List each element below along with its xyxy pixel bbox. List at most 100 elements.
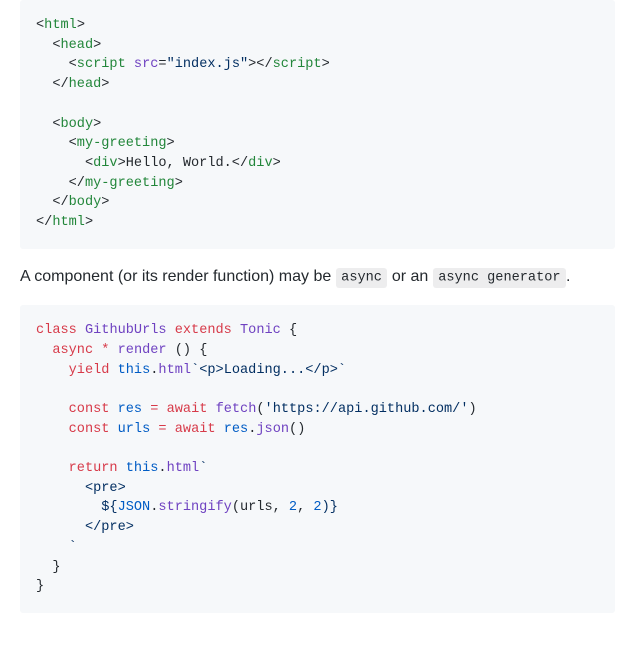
code-text: > bbox=[85, 215, 93, 230]
code-class: GithubUrls bbox=[85, 323, 167, 338]
code-tag: head bbox=[60, 38, 93, 53]
code-text bbox=[109, 363, 117, 378]
code-kw: yield bbox=[69, 363, 110, 378]
code-fn: fetch bbox=[216, 402, 257, 417]
code-text bbox=[109, 343, 117, 358]
prose-paragraph: A component (or its render function) may… bbox=[20, 265, 615, 289]
code-fn: json bbox=[256, 422, 289, 437]
code-string: 'https://api.github.com/' bbox=[265, 402, 469, 417]
code-text: () bbox=[289, 422, 305, 437]
code-text: ( bbox=[256, 402, 264, 417]
code-text bbox=[158, 402, 166, 417]
code-text: </ bbox=[36, 215, 52, 230]
code-tag: html bbox=[44, 18, 77, 33]
code-text: > bbox=[77, 18, 85, 33]
code-this: this bbox=[118, 363, 151, 378]
code-string: ${ bbox=[36, 500, 118, 515]
code-attr: src bbox=[126, 57, 159, 72]
code-string: "index.js" bbox=[167, 57, 249, 72]
code-text: < bbox=[36, 18, 44, 33]
prose-text: . bbox=[566, 268, 570, 285]
code-num: 2 bbox=[289, 500, 297, 515]
code-tag: script bbox=[77, 57, 126, 72]
code-text bbox=[109, 402, 117, 417]
code-string: `<p>Loading...</p>` bbox=[191, 363, 346, 378]
code-text: </ bbox=[36, 195, 69, 210]
prose-text: A component (or its render function) may… bbox=[20, 268, 336, 285]
code-text bbox=[77, 323, 85, 338]
code-text: > bbox=[273, 156, 281, 171]
code-var: res bbox=[224, 422, 248, 437]
code-fn: stringify bbox=[158, 500, 231, 515]
code-block-js: class GithubUrls extends Tonic { async *… bbox=[20, 305, 615, 613]
code-text: . bbox=[158, 461, 166, 476]
code-text: </ bbox=[36, 77, 69, 92]
code-kw: await bbox=[167, 402, 208, 417]
code-class: Tonic bbox=[240, 323, 281, 338]
code-text: > bbox=[175, 176, 183, 191]
inline-code: async generator bbox=[433, 268, 566, 288]
code-op: = bbox=[158, 422, 166, 437]
code-string: </pre> bbox=[36, 520, 134, 535]
code-string: <pre> bbox=[36, 481, 126, 496]
code-text: < bbox=[36, 57, 77, 72]
code-text: > bbox=[322, 57, 330, 72]
code-text bbox=[167, 323, 175, 338]
code-text bbox=[36, 363, 69, 378]
code-text bbox=[36, 402, 69, 417]
code-tag: my-greeting bbox=[77, 136, 167, 151]
code-text: = bbox=[158, 57, 166, 72]
code-text: , bbox=[297, 500, 313, 515]
code-kw: extends bbox=[175, 323, 232, 338]
code-text: < bbox=[36, 156, 93, 171]
code-text: } bbox=[36, 579, 44, 594]
code-text: > bbox=[93, 38, 101, 53]
code-tag: html bbox=[52, 215, 85, 230]
code-var: JSON bbox=[118, 500, 151, 515]
code-text: (urls, bbox=[232, 500, 289, 515]
code-text bbox=[118, 461, 126, 476]
code-string: ` bbox=[199, 461, 207, 476]
code-text bbox=[232, 323, 240, 338]
code-text: >Hello, World.</ bbox=[118, 156, 249, 171]
code-text: } bbox=[36, 560, 60, 575]
code-fn: html bbox=[167, 461, 200, 476]
code-tag: body bbox=[60, 117, 93, 132]
code-text: { bbox=[281, 323, 297, 338]
code-var: urls bbox=[118, 422, 151, 437]
code-text bbox=[36, 461, 69, 476]
code-tag: div bbox=[93, 156, 117, 171]
code-kw: const bbox=[69, 422, 110, 437]
code-tag: head bbox=[69, 77, 102, 92]
code-tag: div bbox=[248, 156, 272, 171]
code-text: () { bbox=[167, 343, 208, 358]
code-text bbox=[36, 422, 69, 437]
code-text: < bbox=[36, 38, 60, 53]
code-kw: async bbox=[52, 343, 93, 358]
code-block-html: <html> <head> <script src="index.js"></s… bbox=[20, 0, 615, 249]
code-kw: const bbox=[69, 402, 110, 417]
code-text: ></ bbox=[248, 57, 272, 72]
code-string: )} bbox=[322, 500, 338, 515]
code-tag: body bbox=[69, 195, 102, 210]
code-text bbox=[216, 422, 224, 437]
code-tag: script bbox=[273, 57, 322, 72]
code-text: ) bbox=[469, 402, 477, 417]
code-var: res bbox=[118, 402, 142, 417]
code-text: < bbox=[36, 136, 77, 151]
code-kw: class bbox=[36, 323, 77, 338]
code-text: > bbox=[167, 136, 175, 151]
code-fn: html bbox=[158, 363, 191, 378]
code-text bbox=[109, 422, 117, 437]
code-kw: await bbox=[175, 422, 216, 437]
code-kw: return bbox=[69, 461, 118, 476]
prose-text: or an bbox=[387, 268, 432, 285]
code-text bbox=[167, 422, 175, 437]
code-text bbox=[207, 402, 215, 417]
code-text: > bbox=[93, 117, 101, 132]
code-text bbox=[36, 343, 52, 358]
code-num: 2 bbox=[313, 500, 321, 515]
code-this: this bbox=[126, 461, 159, 476]
code-string: ` bbox=[36, 540, 77, 555]
code-text: > bbox=[101, 195, 109, 210]
